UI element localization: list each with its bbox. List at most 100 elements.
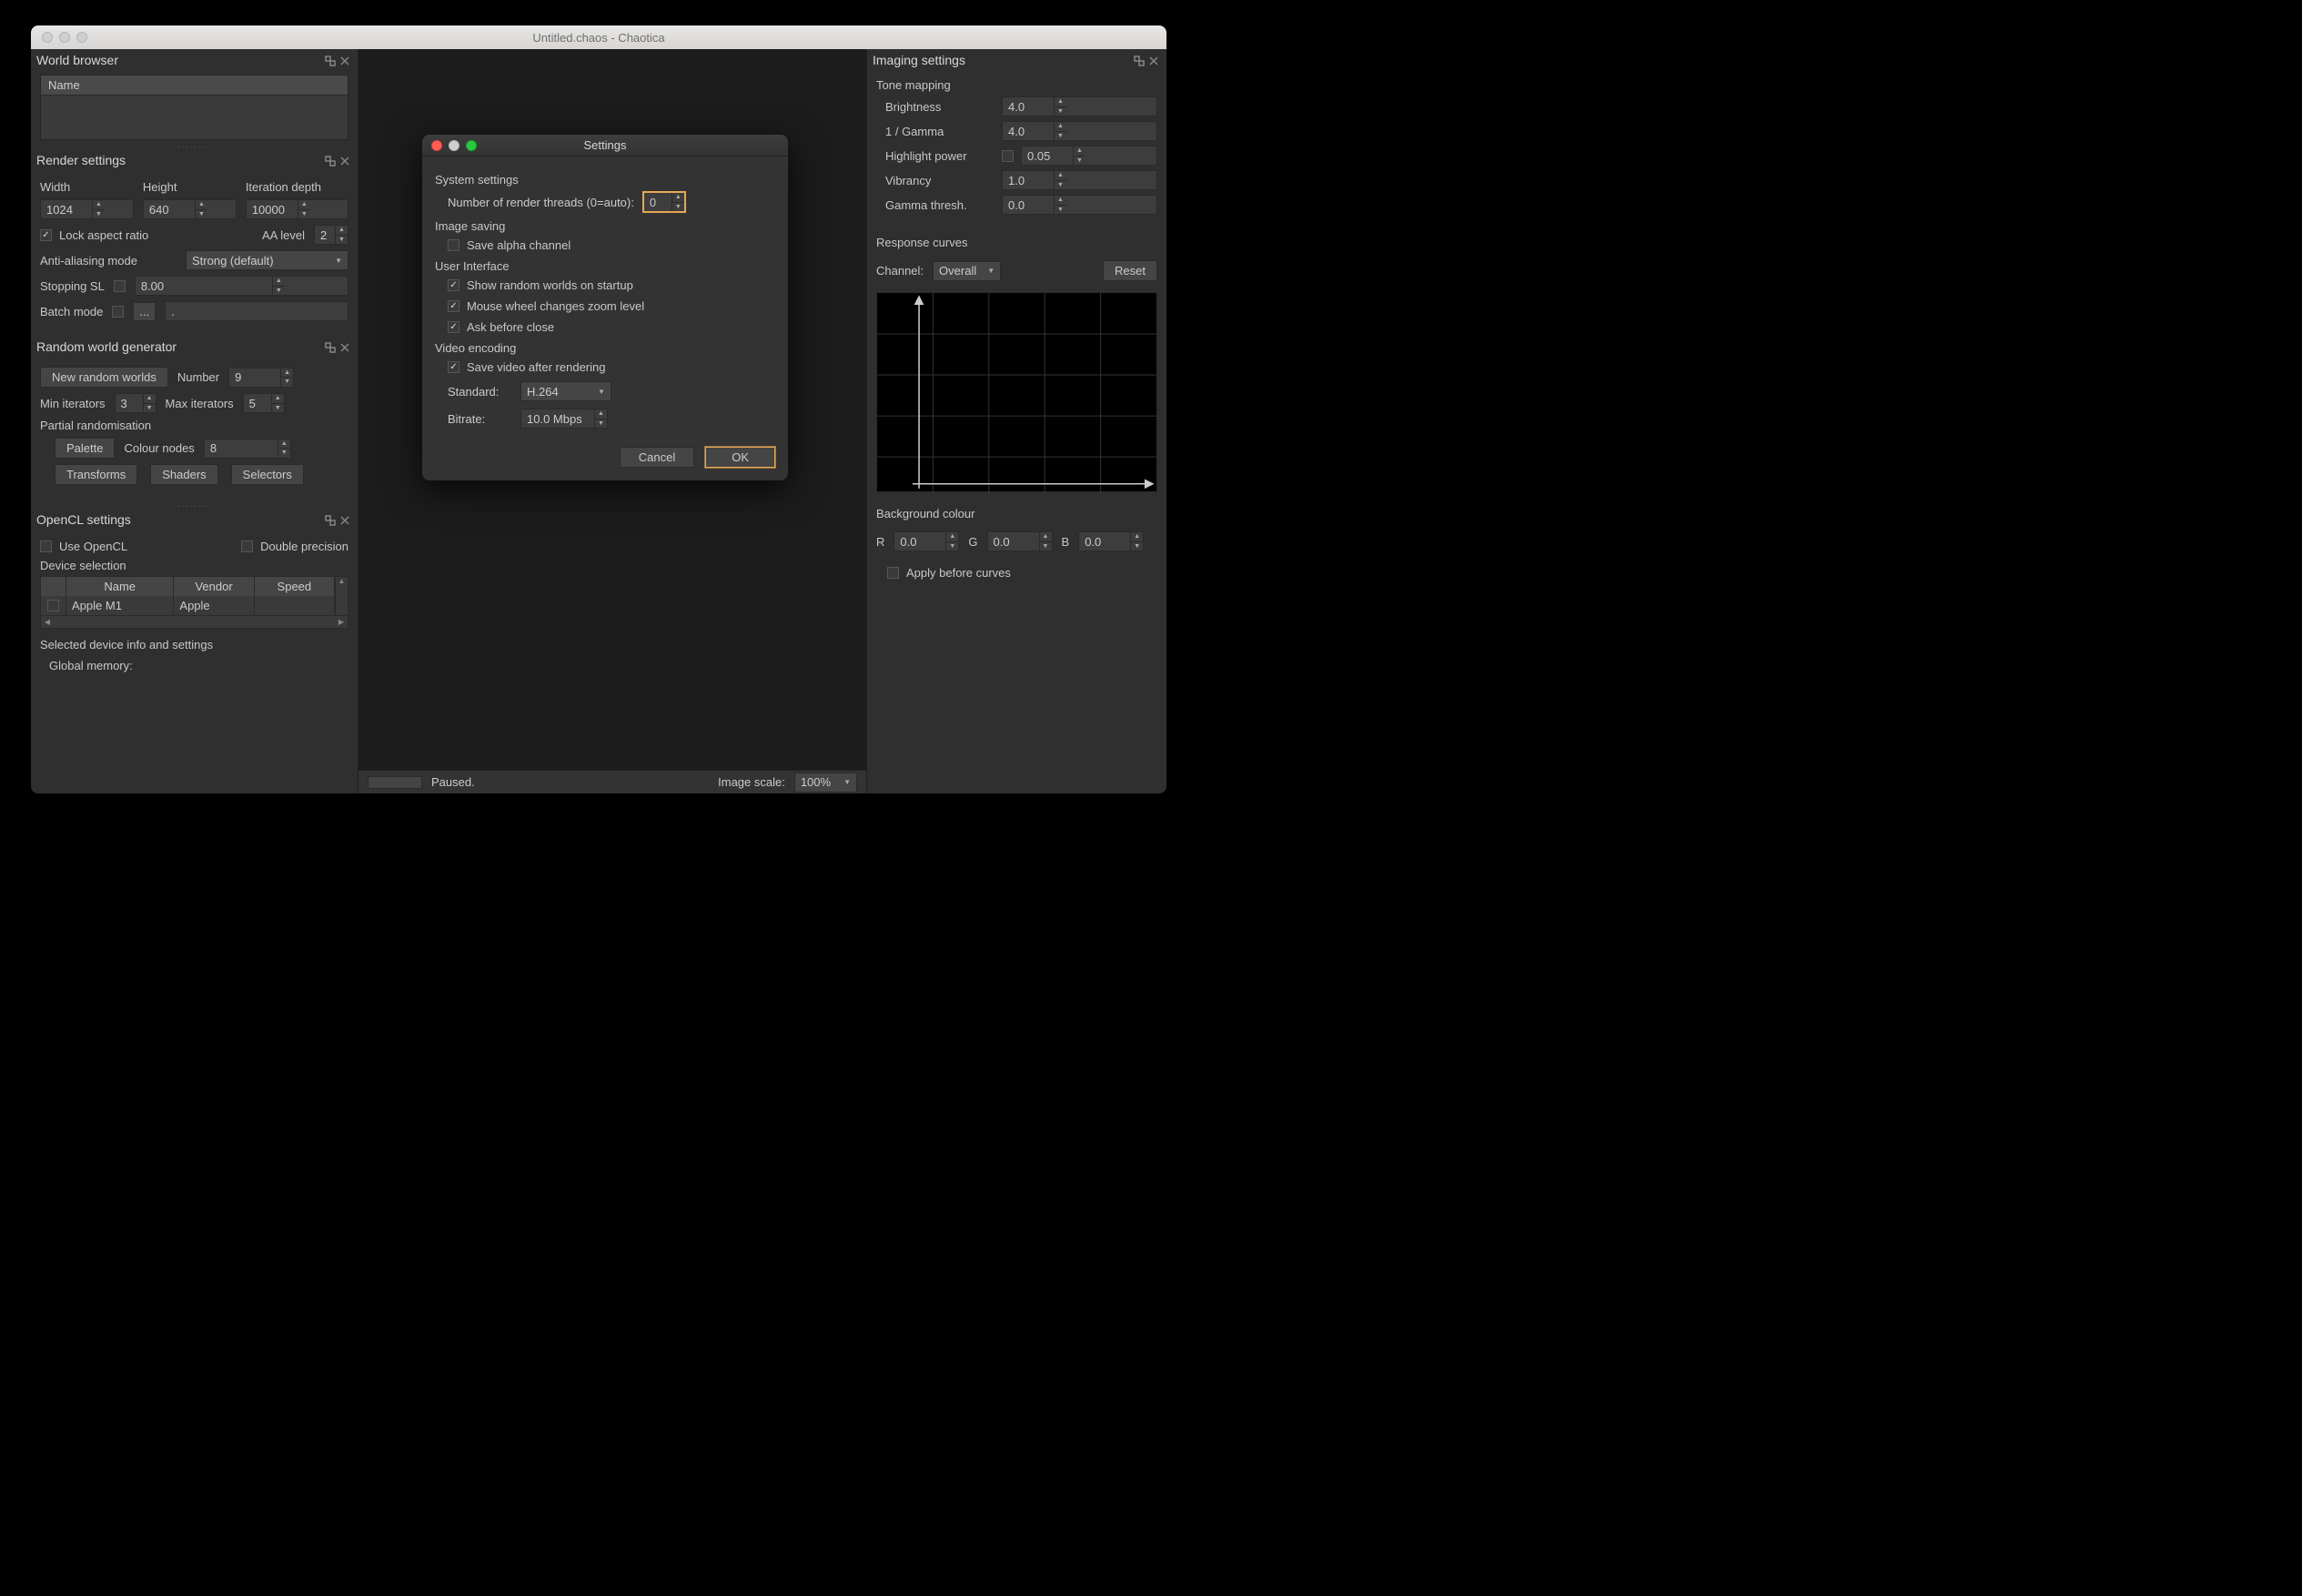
device-enable-checkbox[interactable]: [47, 600, 59, 611]
stopping-sl-input[interactable]: ▲▼: [135, 276, 348, 296]
ask-before-close-checkbox[interactable]: Ask before close: [448, 320, 775, 334]
device-col-vendor: Vendor: [174, 577, 254, 596]
gamma-thresh-input[interactable]: ▲▼: [1002, 195, 1157, 215]
bg-b-input[interactable]: ▲▼: [1078, 531, 1144, 551]
right-panel: Imaging settings Tone mapping Brightness…: [866, 49, 1166, 793]
response-curve-editor[interactable]: [876, 292, 1157, 492]
settings-title: Settings: [422, 138, 788, 152]
response-curves-title: Response curves: [867, 232, 1166, 253]
height-input[interactable]: ▲▼: [143, 199, 237, 219]
device-speed: [255, 596, 335, 615]
width-input[interactable]: ▲▼: [40, 199, 134, 219]
save-alpha-checkbox[interactable]: Save alpha channel: [448, 238, 775, 252]
channel-select[interactable]: Overall▼: [933, 261, 1001, 281]
panel-resize-handle[interactable]: ........: [31, 140, 358, 149]
stopping-sl-label: Stopping SL: [40, 279, 105, 293]
palette-button[interactable]: Palette: [55, 438, 115, 459]
batch-mode-label: Batch mode: [40, 305, 103, 318]
gamma-thresh-label: Gamma thresh.: [885, 198, 995, 212]
vibrancy-input[interactable]: ▲▼: [1002, 170, 1157, 190]
bg-g-input[interactable]: ▲▼: [987, 531, 1053, 551]
batch-path-input[interactable]: [165, 301, 348, 321]
brightness-input[interactable]: ▲▼: [1002, 96, 1157, 116]
video-encoding-title: Video encoding: [435, 341, 775, 355]
detach-icon[interactable]: [325, 55, 336, 66]
max-iterators-input[interactable]: ▲▼: [243, 393, 285, 413]
device-col-name: Name: [66, 577, 174, 596]
apply-before-curves-checkbox[interactable]: Apply before curves: [887, 566, 1011, 580]
mouse-zoom-checkbox[interactable]: Mouse wheel changes zoom level: [448, 299, 775, 313]
double-precision-checkbox[interactable]: Double precision: [241, 540, 348, 553]
settings-dialog: Settings System settings Number of rende…: [422, 135, 788, 480]
detach-icon[interactable]: [325, 155, 336, 166]
new-random-worlds-button[interactable]: New random worlds: [40, 367, 168, 388]
world-list[interactable]: Name: [40, 75, 348, 140]
horizontal-scrollbar[interactable]: ◀▶: [41, 615, 348, 628]
highlight-power-input[interactable]: ▲▼: [1021, 146, 1157, 166]
world-list-name-header: Name: [41, 76, 348, 96]
colour-nodes-input[interactable]: ▲▼: [204, 439, 291, 459]
min-iterators-label: Min iterators: [40, 397, 106, 410]
detach-icon[interactable]: [1134, 55, 1145, 66]
lock-aspect-checkbox[interactable]: Lock aspect ratio: [40, 228, 148, 242]
ok-button[interactable]: OK: [705, 447, 775, 468]
width-label: Width: [40, 180, 134, 194]
panel-resize-handle[interactable]: ........: [31, 500, 358, 509]
height-label: Height: [143, 180, 237, 194]
iteration-depth-label: Iteration depth: [246, 180, 348, 194]
partial-randomisation-label: Partial randomisation: [40, 419, 348, 432]
status-text: Paused.: [431, 775, 475, 789]
iteration-depth-input[interactable]: ▲▼: [246, 199, 348, 219]
shaders-button[interactable]: Shaders: [150, 464, 217, 485]
device-col-speed: Speed: [255, 577, 335, 596]
world-browser-header: World browser: [31, 49, 358, 71]
status-bar: Paused. Image scale: 100%▼: [358, 770, 866, 793]
device-row[interactable]: Apple M1 Apple: [41, 596, 335, 615]
close-panel-icon[interactable]: [339, 55, 350, 66]
close-panel-icon[interactable]: [339, 341, 350, 352]
save-video-checkbox[interactable]: Save video after rendering: [448, 360, 775, 374]
render-settings-title: Render settings: [36, 153, 126, 167]
use-opencl-checkbox[interactable]: Use OpenCL: [40, 540, 127, 553]
gamma-input[interactable]: ▲▼: [1002, 121, 1157, 141]
image-scale-label: Image scale:: [718, 775, 785, 789]
aa-level-input[interactable]: ▲▼: [314, 225, 348, 245]
progress-bar: [368, 776, 422, 789]
main-titlebar: Untitled.chaos - Chaotica: [31, 25, 1166, 49]
background-colour-title: Background colour: [867, 500, 1166, 520]
cancel-button[interactable]: Cancel: [620, 447, 694, 468]
aa-level-label: AA level: [262, 228, 305, 242]
selectors-button[interactable]: Selectors: [231, 464, 304, 485]
vertical-scrollbar[interactable]: ▲: [335, 577, 348, 615]
left-panel: World browser Name ........ Render setti…: [31, 49, 358, 793]
max-iterators-label: Max iterators: [166, 397, 234, 410]
device-table: Name Vendor Speed Apple M1 Apple: [40, 576, 348, 629]
stopping-sl-checkbox[interactable]: [114, 280, 126, 292]
detach-icon[interactable]: [325, 341, 336, 352]
batch-mode-checkbox[interactable]: [112, 306, 124, 318]
close-panel-icon[interactable]: [339, 155, 350, 166]
window-title: Untitled.chaos - Chaotica: [31, 31, 1166, 45]
render-threads-input[interactable]: ▲▼: [643, 192, 685, 212]
aa-mode-select[interactable]: Strong (default)▼: [186, 250, 348, 270]
video-standard-select[interactable]: H.264▼: [520, 381, 611, 401]
brightness-label: Brightness: [885, 100, 995, 114]
number-input[interactable]: ▲▼: [228, 368, 294, 388]
device-selection-label: Device selection: [40, 559, 348, 572]
min-iterators-input[interactable]: ▲▼: [115, 393, 156, 413]
close-panel-icon[interactable]: [339, 514, 350, 525]
image-scale-select[interactable]: 100%▼: [794, 773, 857, 793]
transforms-button[interactable]: Transforms: [55, 464, 137, 485]
colour-nodes-label: Colour nodes: [124, 441, 194, 455]
highlight-power-checkbox[interactable]: [1002, 150, 1014, 162]
user-interface-title: User Interface: [435, 259, 775, 273]
bitrate-input[interactable]: ▲▼: [520, 409, 608, 429]
device-vendor: Apple: [174, 596, 254, 615]
batch-browse-button[interactable]: ...: [133, 302, 156, 321]
detach-icon[interactable]: [325, 514, 336, 525]
bg-r-input[interactable]: ▲▼: [894, 531, 959, 551]
reset-curves-button[interactable]: Reset: [1103, 260, 1157, 281]
aa-mode-label: Anti-aliasing mode: [40, 254, 177, 268]
show-random-checkbox[interactable]: Show random worlds on startup: [448, 278, 775, 292]
close-panel-icon[interactable]: [1148, 55, 1159, 66]
